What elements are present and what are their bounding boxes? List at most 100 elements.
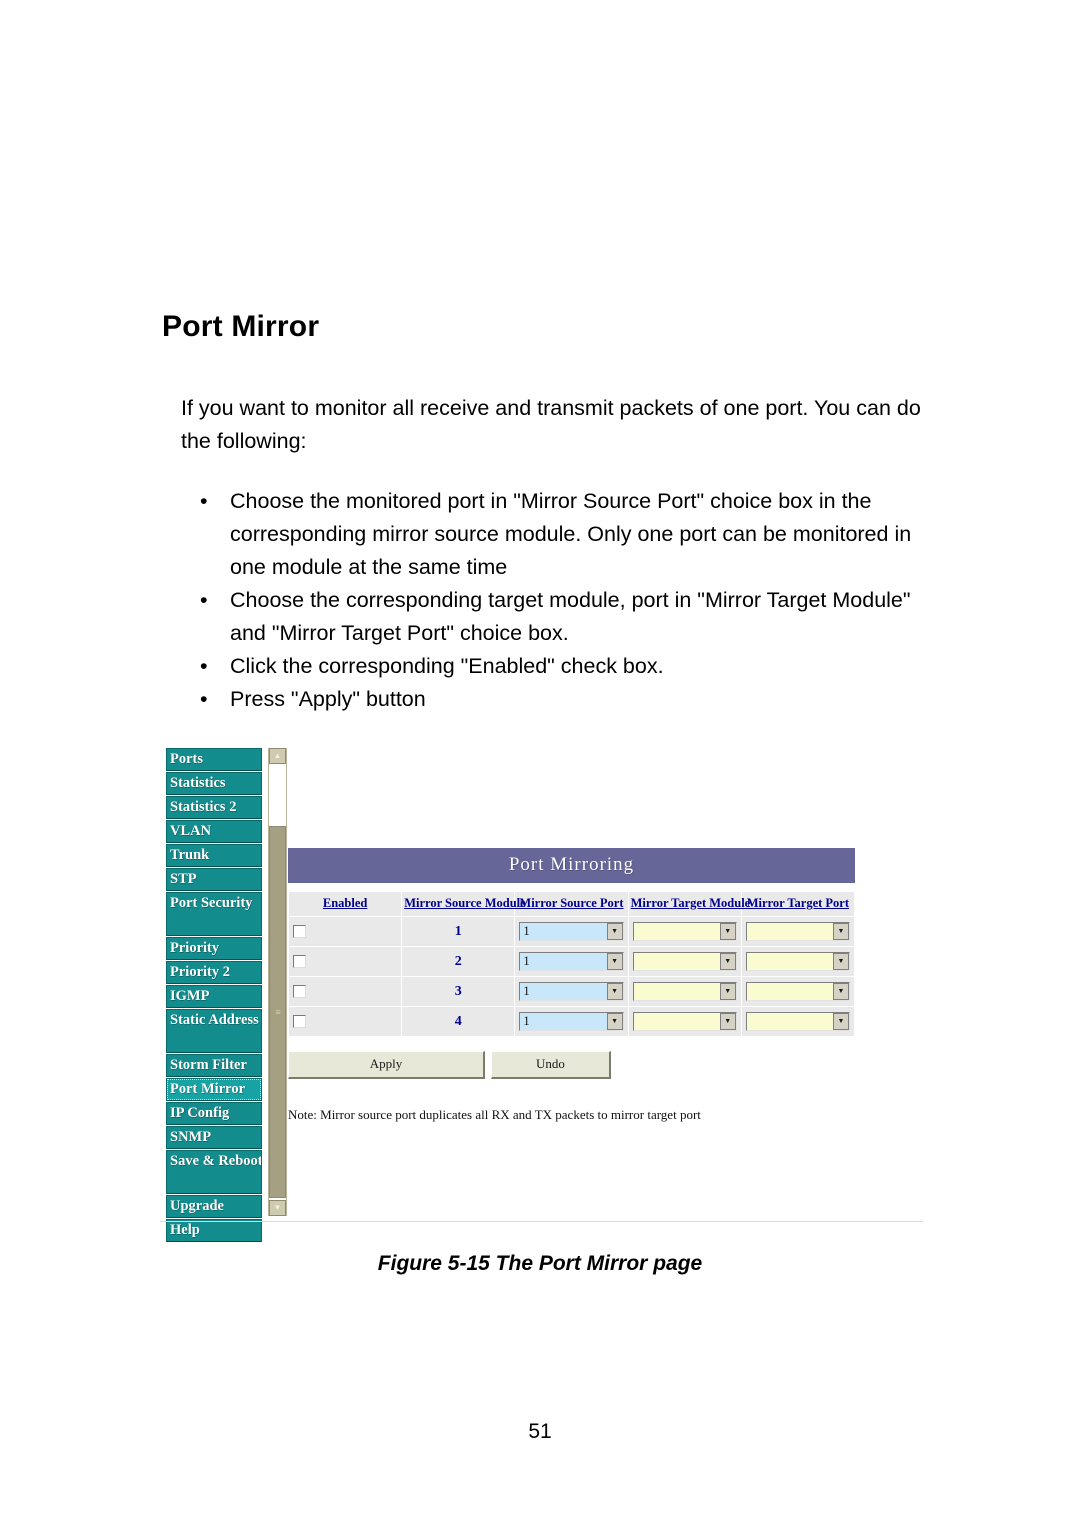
- panel-button-row: Apply Undo: [288, 1051, 855, 1079]
- source-port-cell: 1 ▼: [514, 916, 629, 947]
- mirror-target-module-select[interactable]: ▼: [632, 952, 737, 971]
- scrollbar-grip-icon: ≡: [275, 1007, 281, 1017]
- sidebar-item-port-mirror[interactable]: Port Mirror: [166, 1078, 262, 1101]
- mirror-target-module-select[interactable]: ▼: [632, 922, 737, 941]
- mirror-source-port-select[interactable]: 1 ▼: [519, 982, 624, 1001]
- column-header-source-port: Mirror Source Port: [514, 891, 629, 917]
- bullet-icon: •: [200, 489, 208, 513]
- chevron-down-icon[interactable]: ▼: [833, 923, 849, 940]
- enabled-checkbox[interactable]: [293, 954, 306, 968]
- chevron-down-icon[interactable]: ▼: [833, 1013, 849, 1030]
- list-item-text: Choose the monitored port in "Mirror Sou…: [230, 489, 912, 579]
- sidebar-scrollbar[interactable]: ≡ ▲ ▼: [268, 748, 287, 1216]
- list-item-text: Choose the corresponding target module, …: [230, 588, 911, 645]
- chevron-down-icon[interactable]: ▼: [833, 983, 849, 1000]
- figure-caption-text: The Port Mirror page: [489, 1252, 703, 1275]
- column-header-target-port: Mirror Target Port: [740, 891, 856, 917]
- sidebar-item-igmp[interactable]: IGMP: [166, 985, 262, 1008]
- sidebar-item-priority[interactable]: Priority: [166, 937, 262, 960]
- enabled-checkbox[interactable]: [293, 924, 306, 938]
- table-row: 1 1 ▼ ▼ ▼: [287, 916, 856, 947]
- chevron-down-icon[interactable]: ▼: [606, 923, 623, 940]
- source-port-cell: 1 ▼: [514, 946, 629, 977]
- scrollbar-track[interactable]: ≡: [269, 764, 286, 1200]
- mirror-target-module-select[interactable]: ▼: [632, 1012, 737, 1031]
- chevron-down-icon[interactable]: ▼: [719, 953, 736, 970]
- target-module-cell: ▼: [627, 946, 742, 977]
- figure-bottom-rule: [160, 1221, 923, 1222]
- mirror-target-port-select[interactable]: ▼: [745, 952, 850, 971]
- undo-button[interactable]: Undo: [491, 1051, 611, 1079]
- sidebar-item-priority-2[interactable]: Priority 2: [166, 961, 262, 984]
- chevron-down-icon[interactable]: ▼: [606, 1013, 623, 1030]
- figure-screenshot: Ports Statistics Statistics 2 VLAN Trunk…: [160, 744, 923, 1242]
- source-module-cell: 3: [401, 976, 516, 1007]
- mirror-target-port-select[interactable]: ▼: [745, 982, 850, 1001]
- column-header-target-module: Mirror Target Module: [627, 891, 750, 917]
- chevron-down-icon[interactable]: ▼: [719, 983, 736, 1000]
- sidebar-item-ip-config[interactable]: IP Config: [166, 1102, 262, 1125]
- column-header-source-module: Mirror Source Module: [401, 891, 526, 917]
- select-value: 1: [523, 954, 530, 968]
- mirror-source-port-select[interactable]: 1 ▼: [519, 1012, 624, 1031]
- enabled-checkbox[interactable]: [293, 1014, 306, 1028]
- sidebar-item-snmp[interactable]: SNMP: [166, 1126, 262, 1149]
- source-module-cell: 1: [401, 916, 516, 947]
- sidebar-item-save-reboot[interactable]: Save & Reboot: [166, 1150, 262, 1194]
- scroll-down-icon[interactable]: ▼: [269, 1200, 286, 1216]
- list-item-text: Press "Apply" button: [230, 687, 426, 711]
- mirror-target-module-select[interactable]: ▼: [632, 982, 737, 1001]
- sidebar-item-trunk[interactable]: Trunk: [166, 844, 262, 867]
- target-port-cell: ▼: [740, 976, 856, 1007]
- select-value: 1: [523, 1014, 530, 1028]
- select-value: 1: [523, 984, 530, 998]
- enabled-cell: [287, 976, 403, 1007]
- mirror-source-port-select[interactable]: 1 ▼: [519, 952, 624, 971]
- sidebar-nav: Ports Statistics Statistics 2 VLAN Trunk…: [166, 748, 262, 1243]
- apply-button[interactable]: Apply: [288, 1051, 485, 1079]
- select-value: 1: [523, 924, 530, 938]
- list-item-text: Click the corresponding "Enabled" check …: [230, 654, 664, 678]
- enabled-checkbox[interactable]: [293, 984, 306, 998]
- enabled-cell: [287, 916, 403, 947]
- figure-caption-number: Figure 5-15: [377, 1252, 490, 1275]
- list-item: • Choose the monitored port in "Mirror S…: [196, 485, 936, 584]
- instruction-list: • Choose the monitored port in "Mirror S…: [196, 485, 936, 716]
- target-module-cell: ▼: [627, 916, 742, 947]
- chevron-down-icon[interactable]: ▼: [606, 953, 623, 970]
- list-item: • Press "Apply" button: [196, 683, 936, 716]
- sidebar-item-stp[interactable]: STP: [166, 868, 262, 891]
- port-mirroring-table: Enabled Mirror Source Module Mirror Sour…: [287, 891, 856, 1037]
- mirror-target-port-select[interactable]: ▼: [745, 922, 850, 941]
- sidebar-item-upgrade[interactable]: Upgrade: [166, 1195, 262, 1218]
- chevron-down-icon[interactable]: ▼: [606, 983, 623, 1000]
- page-title: Port Mirror: [162, 310, 320, 343]
- target-module-cell: ▼: [627, 1006, 742, 1037]
- target-port-cell: ▼: [740, 1006, 856, 1037]
- table-row: 3 1 ▼ ▼ ▼: [287, 976, 856, 1007]
- source-port-cell: 1 ▼: [514, 976, 629, 1007]
- sidebar-item-statistics[interactable]: Statistics: [166, 772, 262, 795]
- sidebar-item-ports[interactable]: Ports: [166, 748, 262, 771]
- page-number: 51: [528, 1420, 552, 1443]
- intro-paragraph: If you want to monitor all receive and t…: [181, 396, 921, 453]
- chevron-down-icon[interactable]: ▼: [833, 953, 849, 970]
- source-module-cell: 2: [401, 946, 516, 977]
- mirror-source-port-select[interactable]: 1 ▼: [519, 922, 624, 941]
- bullet-icon: •: [200, 588, 208, 612]
- sidebar-item-static-address[interactable]: Static Address: [166, 1009, 262, 1053]
- chevron-down-icon[interactable]: ▼: [719, 923, 736, 940]
- scroll-up-icon[interactable]: ▲: [269, 748, 286, 764]
- sidebar-item-port-security[interactable]: Port Security: [166, 892, 262, 936]
- scrollbar-thumb[interactable]: ≡: [269, 826, 286, 1198]
- sidebar-item-vlan[interactable]: VLAN: [166, 820, 262, 843]
- table-row: 2 1 ▼ ▼ ▼: [287, 946, 856, 977]
- sidebar-item-statistics-2[interactable]: Statistics 2: [166, 796, 262, 819]
- list-item: • Click the corresponding "Enabled" chec…: [196, 650, 936, 683]
- target-module-cell: ▼: [627, 976, 742, 1007]
- sidebar-item-help[interactable]: Help: [166, 1219, 262, 1242]
- port-mirroring-panel: Port Mirroring Enabled Mirror Source Mod…: [287, 848, 856, 1123]
- sidebar-item-storm-filter[interactable]: Storm Filter: [166, 1054, 262, 1077]
- mirror-target-port-select[interactable]: ▼: [745, 1012, 850, 1031]
- chevron-down-icon[interactable]: ▼: [719, 1013, 736, 1030]
